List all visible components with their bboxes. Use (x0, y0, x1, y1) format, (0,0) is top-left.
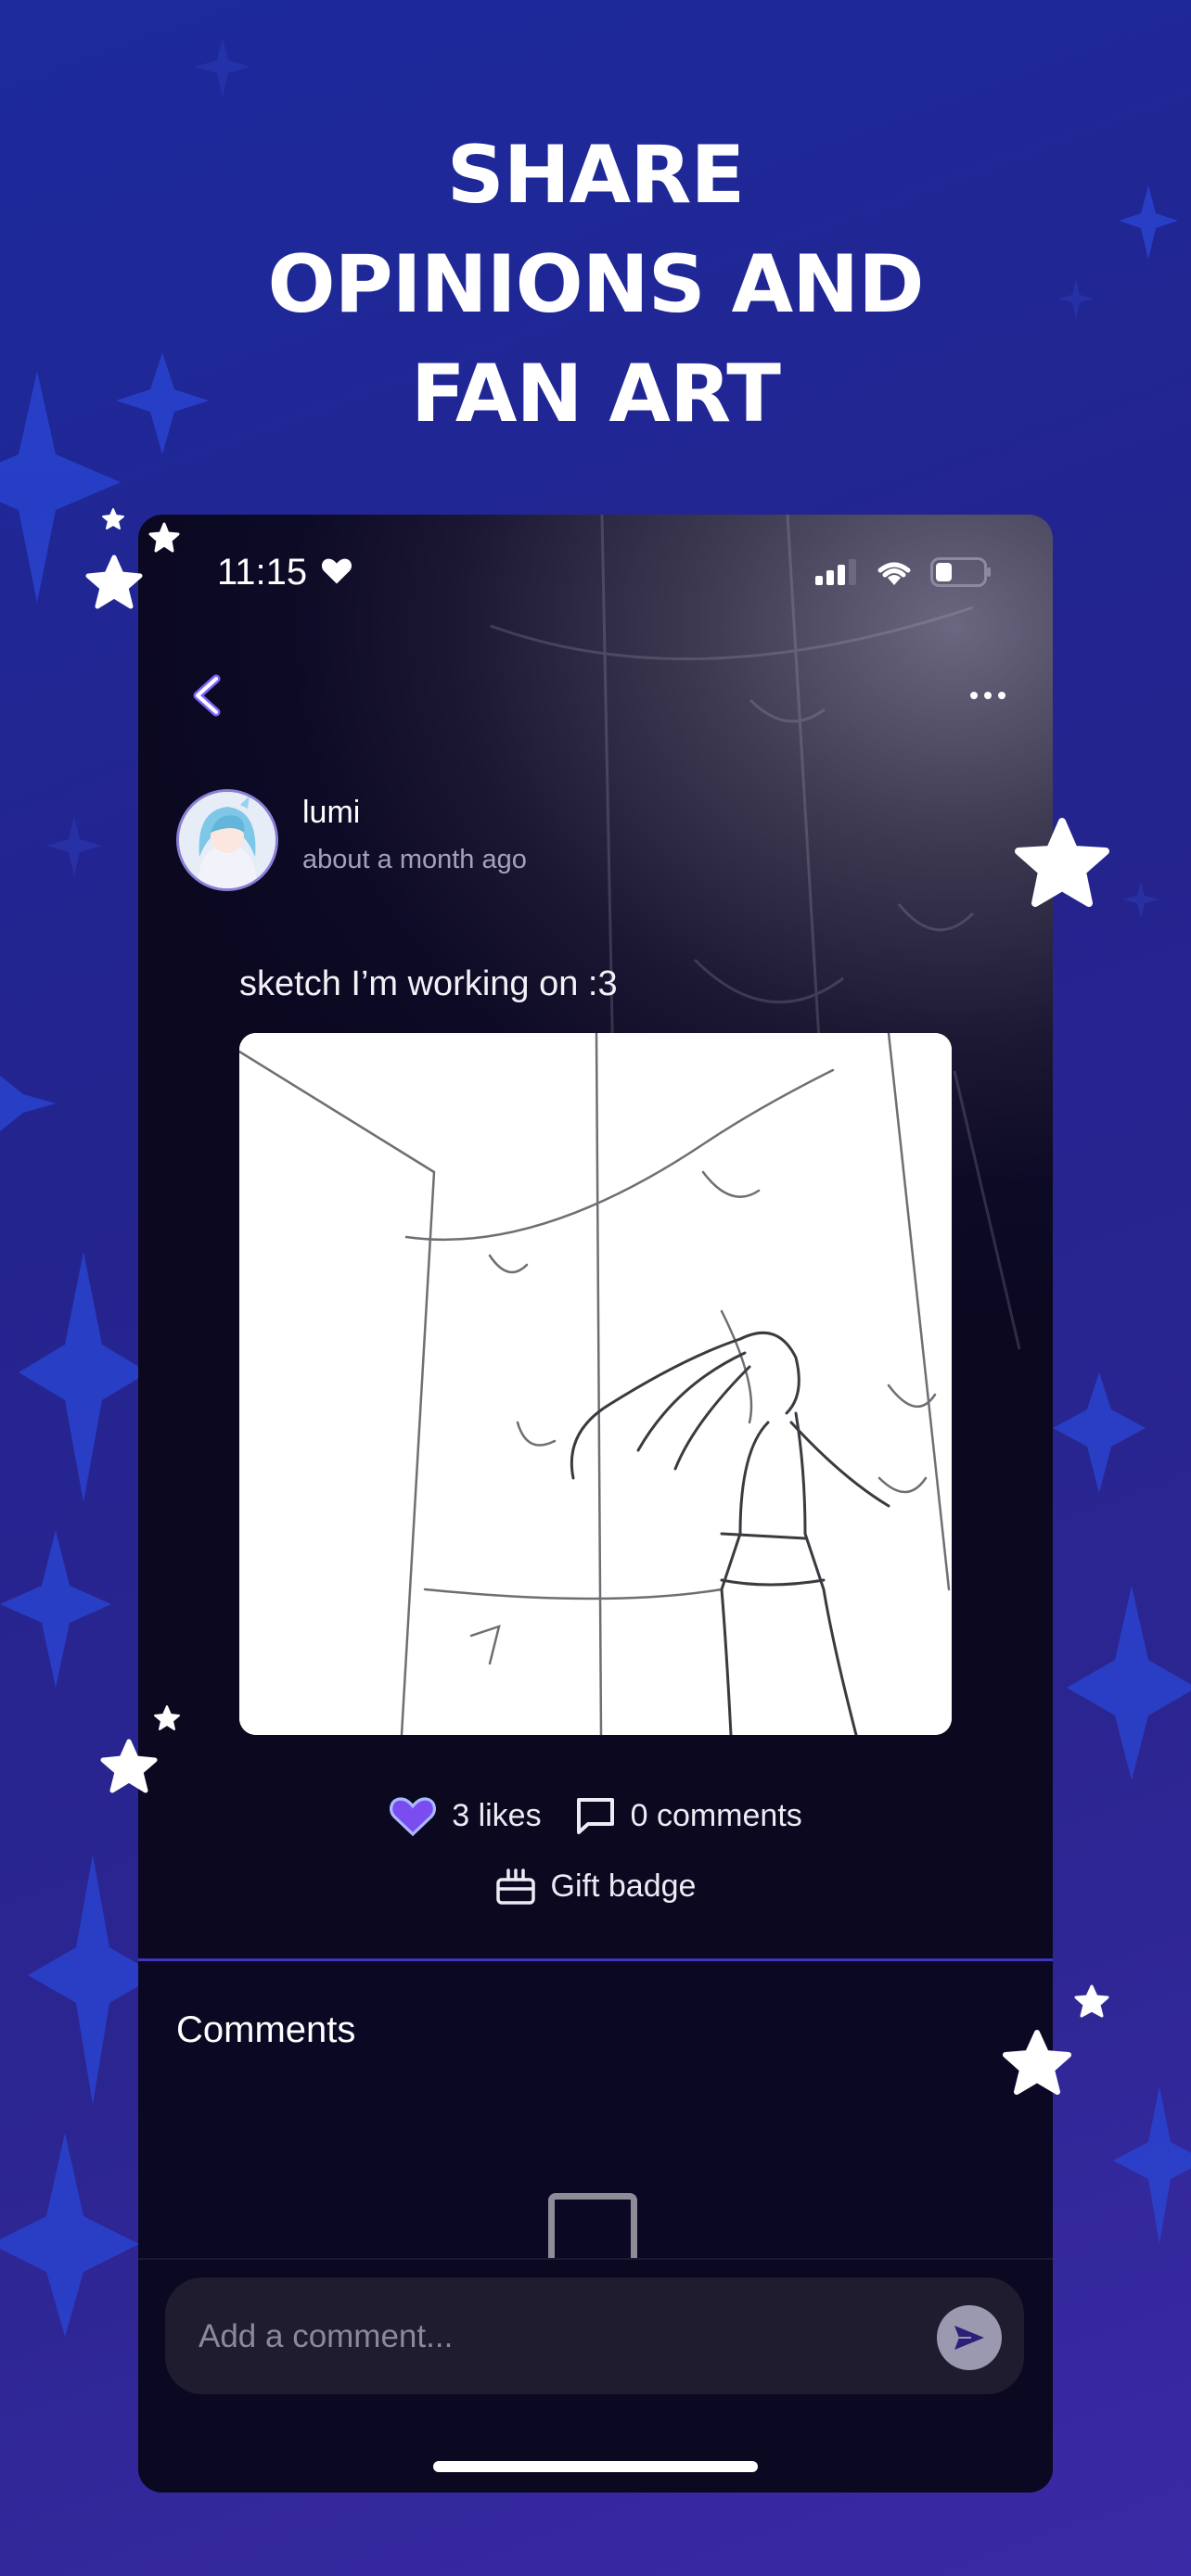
comment-input[interactable] (197, 2277, 924, 2396)
comments-button[interactable]: 0 comments (575, 1796, 802, 1835)
author-name[interactable]: lumi (302, 795, 360, 831)
comments-heading: Comments (176, 2009, 356, 2050)
post-actions: 3 likes 0 comments (138, 1794, 1053, 1837)
star-cluster-left-lower (100, 1705, 180, 1793)
heart-icon (390, 1797, 437, 1837)
empty-comments-icon (548, 2193, 637, 2264)
post-image[interactable] (239, 1033, 952, 1735)
status-time: 11:15 (217, 552, 308, 593)
comment-composer (165, 2277, 1024, 2396)
headline-line-1: SHARE (446, 129, 745, 222)
status-indicators (815, 557, 992, 591)
likes-count: 3 likes (452, 1797, 542, 1833)
star-right-upper (1015, 818, 1109, 907)
phone-screen: 11:15 lumi about a month ago sketch I’m … (138, 515, 1053, 2493)
ellipsis-icon (970, 692, 1005, 699)
headline-line-2: OPINIONS AND (267, 238, 925, 331)
back-button[interactable] (183, 663, 229, 728)
post-timestamp: about a month ago (302, 845, 527, 874)
battery-icon (930, 557, 992, 591)
chevron-left-icon (193, 674, 221, 717)
home-indicator[interactable] (433, 2461, 758, 2472)
headline-line-3: FAN ART (411, 348, 781, 440)
gift-badge-button[interactable]: Gift badge (138, 1867, 1053, 1906)
signal-icon (815, 559, 858, 589)
gift-badge-label: Gift badge (550, 1868, 697, 1904)
like-button[interactable]: 3 likes (389, 1794, 542, 1837)
send-icon (954, 2326, 984, 2350)
author-avatar[interactable] (176, 789, 278, 891)
comments-count: 0 comments (630, 1797, 802, 1833)
comment-icon (576, 1798, 614, 1834)
send-button[interactable] (937, 2305, 1002, 2370)
headline: SHARE OPINIONS AND FAN ART (0, 121, 1191, 449)
gift-icon (495, 1868, 535, 1905)
section-divider (138, 1958, 1053, 1961)
star-cluster-right-lower (1003, 1984, 1109, 2095)
post-text: sketch I’m working on :3 (239, 964, 618, 1003)
wifi-icon (875, 557, 914, 591)
more-options-button[interactable] (960, 672, 1016, 719)
star-cluster-top-left (85, 508, 180, 609)
heart-icon (320, 555, 353, 589)
